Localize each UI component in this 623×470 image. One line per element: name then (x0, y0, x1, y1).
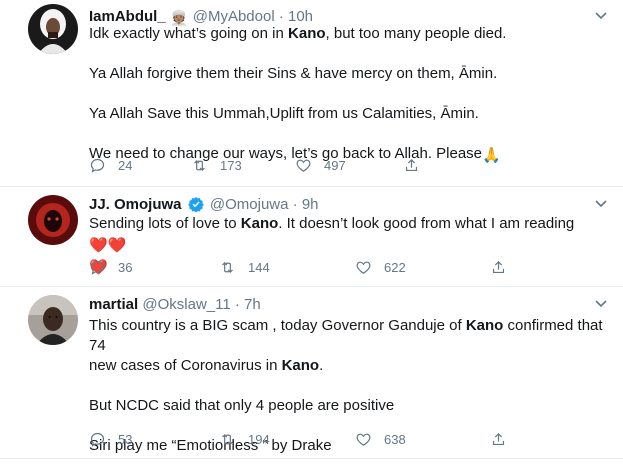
reply-count: 24 (118, 158, 133, 173)
verified-badge-icon (187, 197, 204, 212)
share-button[interactable] (403, 157, 420, 174)
like-count: 622 (384, 260, 406, 275)
hearts-emoji: ❤️❤️ (89, 237, 127, 254)
author-handle[interactable]: @Okslaw_11 (142, 296, 230, 313)
avatar[interactable] (28, 295, 78, 345)
tweet-actions: 53 194 638 (89, 431, 529, 451)
author-name[interactable]: JJ. Omojuwa (89, 196, 182, 213)
author-name[interactable]: martial (89, 296, 138, 313)
author-handle[interactable]: @MyAbdool (193, 8, 275, 25)
chevron-down-icon[interactable] (595, 12, 607, 20)
like-icon (296, 159, 311, 172)
avatar[interactable] (28, 195, 78, 245)
retweet-count: 173 (220, 158, 242, 173)
retweet-icon (222, 434, 233, 445)
share-icon (405, 158, 418, 172)
reply-icon (90, 432, 105, 447)
like-count: 497 (324, 158, 346, 173)
avatar[interactable] (28, 4, 78, 54)
reply-button[interactable]: 24 (89, 157, 132, 174)
tweet-3[interactable]: martial @Okslaw_11 · 7h This country is … (0, 287, 623, 459)
tweet-text: Idk exactly what’s going on in Kano, but… (89, 25, 507, 164)
timestamp[interactable]: 9h (302, 196, 319, 213)
like-icon (356, 433, 371, 446)
author-handle[interactable]: @Omojuwa (210, 196, 289, 213)
timestamp[interactable]: 10h (288, 8, 313, 25)
tweet-header: martial @Okslaw_11 · 7h (89, 295, 261, 315)
author-name[interactable]: IamAbdul_ (89, 8, 166, 25)
tweet-actions: 36 144 622 (89, 259, 529, 279)
retweet-count: 144 (248, 260, 270, 275)
like-button[interactable]: 497 (295, 157, 346, 174)
reply-count: 36 (118, 260, 133, 275)
share-icon (492, 260, 505, 274)
retweet-count: 194 (248, 432, 270, 447)
tweet-1[interactable]: IamAbdul_ 👳🏽 @MyAbdool · 10h Idk exactly… (0, 0, 623, 187)
tweet-2[interactable]: JJ. Omojuwa @Omojuwa · 9h Sending lots o… (0, 187, 623, 287)
reply-count: 53 (118, 432, 133, 447)
like-icon (356, 261, 371, 274)
separator: · (278, 8, 284, 25)
like-button[interactable]: 622 (355, 259, 406, 276)
reply-button[interactable]: 36 (89, 259, 132, 276)
timestamp[interactable]: 7h (244, 296, 261, 313)
separator: · (234, 296, 240, 313)
retweet-icon (194, 160, 205, 171)
retweet-button[interactable]: 194 (219, 431, 270, 448)
share-button[interactable] (490, 431, 507, 448)
reply-icon (90, 260, 105, 275)
retweet-button[interactable]: 173 (191, 157, 242, 174)
reply-icon (90, 158, 105, 173)
separator: · (292, 196, 298, 213)
chevron-down-icon[interactable] (595, 300, 607, 308)
like-count: 638 (384, 432, 406, 447)
share-icon (492, 432, 505, 446)
share-button[interactable] (490, 259, 507, 276)
chevron-down-icon[interactable] (595, 200, 607, 208)
retweet-icon (222, 262, 233, 273)
retweet-button[interactable]: 144 (219, 259, 270, 276)
like-button[interactable]: 638 (355, 431, 406, 448)
reply-button[interactable]: 53 (89, 431, 132, 448)
tweet-actions: 24 173 497 (89, 157, 529, 177)
tweet-header: JJ. Omojuwa @Omojuwa · 9h (89, 195, 319, 215)
